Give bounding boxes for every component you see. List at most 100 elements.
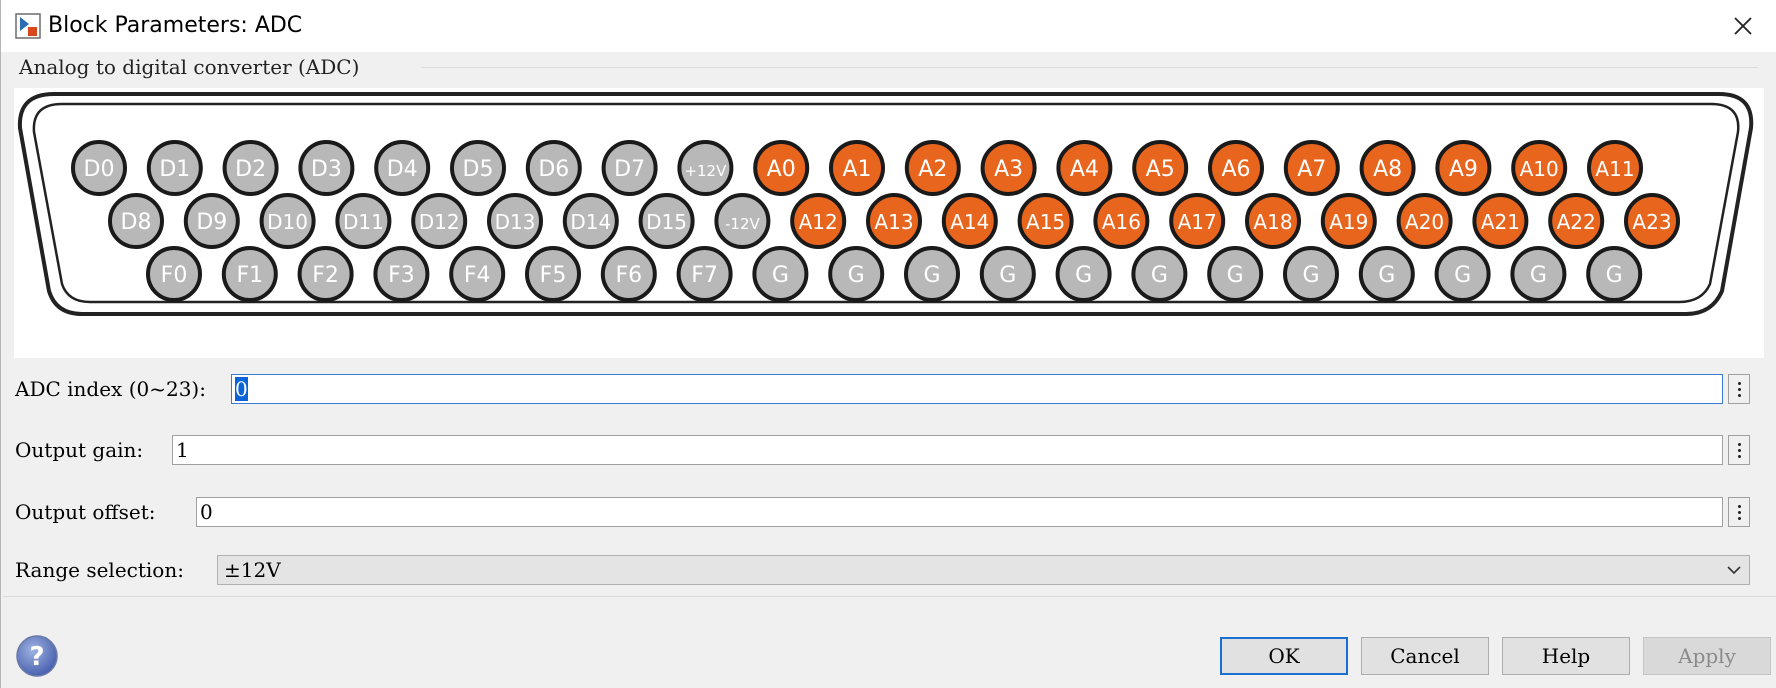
connector-pin-label: G [1530, 263, 1547, 288]
connector-pin-label: A5 [1146, 157, 1175, 182]
connector-pin-label: A18 [1253, 210, 1292, 234]
output-offset-label: Output offset: [15, 500, 156, 524]
connector-pin-label: D11 [343, 210, 384, 234]
connector-pin: F2 [297, 246, 354, 302]
output-gain-field[interactable]: 1 [172, 435, 1723, 465]
group-divider [421, 67, 1758, 68]
output-offset-value: 0 [200, 500, 213, 524]
connector-pin-label: A0 [767, 157, 796, 182]
connector-pin-label: F7 [691, 263, 718, 288]
chevron-down-icon [1727, 566, 1741, 575]
connector-pin-label: A22 [1557, 210, 1596, 234]
connector-pin: F3 [373, 246, 430, 302]
ok-button[interactable]: OK [1220, 637, 1348, 675]
connector-pin-label: F3 [388, 263, 415, 288]
output-offset-field[interactable]: 0 [196, 497, 1723, 527]
cancel-button[interactable]: Cancel [1361, 637, 1489, 675]
adc-index-label: ADC index (0~23): [15, 377, 206, 401]
connector-pin-label: F1 [236, 263, 263, 288]
output-gain-more-button[interactable] [1728, 435, 1750, 465]
connector-pin: A15 [1017, 193, 1074, 249]
connector-pin: F5 [525, 246, 581, 302]
connector-pin-label: D3 [311, 157, 342, 182]
connector-pin-label: A9 [1449, 157, 1478, 182]
apply-button[interactable]: Apply [1643, 637, 1771, 675]
output-offset-more-button[interactable] [1728, 497, 1750, 527]
connector-pin-label: G [1075, 263, 1092, 288]
connector-pin: D9 [183, 193, 240, 249]
connector-pin: A16 [1093, 193, 1150, 249]
connector-pin: A11 [1587, 140, 1643, 196]
output-offset-row: Output offset: 0 [15, 497, 1750, 529]
connector-pin: A21 [1472, 193, 1529, 249]
connector-pin-label: A7 [1297, 157, 1326, 182]
connector-pin-label: A19 [1329, 210, 1368, 234]
adc-index-more-button[interactable] [1728, 374, 1750, 404]
connector-pin-label: +12V [684, 162, 727, 180]
help-icon[interactable]: ? [15, 634, 59, 678]
connector-pin: A4 [1056, 140, 1113, 196]
connector-pin-label: F0 [161, 263, 188, 288]
connector-pin-label: D14 [570, 210, 611, 234]
connector-pin: A12 [790, 193, 847, 249]
connector-pin: A8 [1359, 140, 1416, 196]
connector-pin-label: A8 [1373, 157, 1402, 182]
connector-pin-label: G [848, 263, 865, 288]
connector-pin: A17 [1169, 193, 1226, 249]
connector-pin: D13 [487, 193, 543, 249]
connector-pin-label: G [1151, 263, 1168, 288]
help-button[interactable]: Help [1502, 637, 1630, 675]
connector-pin: A2 [904, 140, 961, 196]
connector-pin: A20 [1396, 193, 1453, 249]
connector-pin: A14 [941, 193, 998, 249]
connector-pin-label: A20 [1405, 210, 1444, 234]
connector-pin: D3 [298, 140, 355, 196]
connector-pin-label: F5 [540, 263, 567, 288]
connector-pin-label: D8 [121, 210, 152, 235]
block-parameters-dialog: Block Parameters: ADC Analog to digital … [0, 0, 1776, 688]
connector-pin: A19 [1320, 193, 1377, 249]
connector-pin: A1 [829, 140, 885, 196]
connector-pin-label: A12 [799, 210, 838, 234]
connector-pin: G [904, 246, 960, 302]
connector-pin: G [1586, 246, 1643, 302]
connector-pin: G [1510, 246, 1567, 302]
connector-pin: D12 [411, 193, 468, 249]
connector-pin: F6 [600, 246, 657, 302]
connector-pin: -12V [714, 193, 771, 249]
connector-pin: G [979, 246, 1036, 302]
group-title: Analog to digital converter (ADC) [19, 55, 366, 79]
title-bar[interactable]: Block Parameters: ADC [1, 0, 1776, 52]
connector-pin: D14 [562, 193, 619, 249]
connector-pin: A13 [866, 193, 922, 249]
output-gain-row: Output gain: 1 [15, 435, 1750, 467]
connector-pin-label: A6 [1221, 157, 1250, 182]
connector-pin: D11 [335, 193, 392, 249]
connector-pin: F1 [221, 246, 278, 302]
svg-text:?: ? [29, 642, 44, 672]
scrollbar-track[interactable] [1762, 52, 1774, 592]
close-icon [1734, 17, 1752, 35]
connector-pin: F4 [449, 246, 506, 302]
connector-pin: G [1055, 246, 1112, 302]
connector-pin: A22 [1548, 193, 1605, 249]
adc-index-field[interactable]: 0 [231, 374, 1723, 404]
connector-pin-label: G [1227, 263, 1244, 288]
connector-pin-label: G [1454, 263, 1471, 288]
connector-pin: D15 [638, 193, 695, 249]
connector-pin: D1 [146, 140, 203, 196]
connector-pin-label: F2 [312, 263, 339, 288]
connector-pin: A6 [1208, 140, 1264, 196]
close-button[interactable] [1723, 6, 1763, 46]
connector-pin-label: G [1378, 263, 1395, 288]
connector-pin-label: A23 [1632, 210, 1671, 234]
connector-pin-label: G [1302, 263, 1319, 288]
connector-pin-label: A3 [994, 157, 1023, 182]
range-selection-dropdown[interactable]: ±12V [217, 555, 1750, 585]
connector-pin-label: A15 [1026, 210, 1065, 234]
connector-pin: G [752, 246, 809, 302]
connector-pin-label: A16 [1102, 210, 1141, 234]
connector-pin-label: A13 [874, 210, 913, 234]
connector-pin-label: A21 [1481, 210, 1520, 234]
connector-pin-label: A17 [1178, 210, 1217, 234]
